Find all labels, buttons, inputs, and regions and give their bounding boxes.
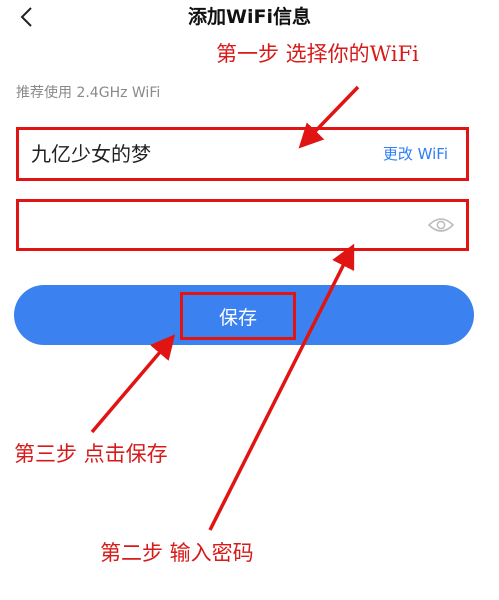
arrow-step1 [298,85,360,149]
arrow-step3 [90,334,176,434]
arrow-step2 [208,243,355,531]
annotation-step2: 第二步 输入密码 [100,541,254,565]
annotation-step3: 第三步 点击保存 [14,442,168,466]
annotation-arrows [90,85,360,531]
